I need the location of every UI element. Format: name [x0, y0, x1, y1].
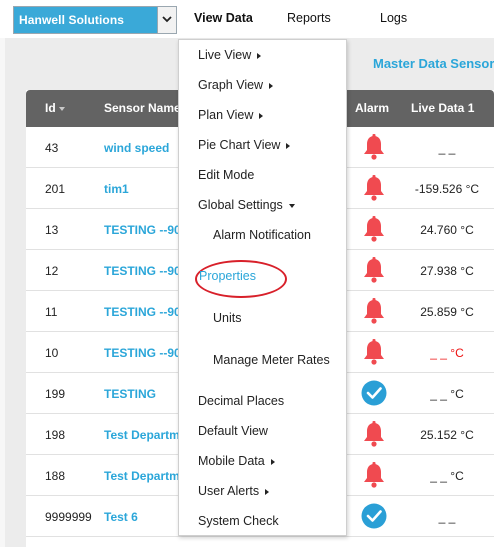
row-id: 199 — [45, 387, 66, 401]
row-live-data: _ _ °C — [430, 387, 464, 401]
row-sensor-name-link[interactable]: TESTING --90 — [104, 264, 181, 278]
bell-icon[interactable] — [361, 338, 387, 366]
view-data-menu: Live View Graph View Plan View Pie Chart… — [178, 39, 347, 536]
company-select[interactable]: Hanwell Solutions — [13, 6, 177, 34]
caret-right-icon — [265, 488, 270, 495]
chevron-down-icon[interactable] — [157, 7, 176, 33]
menu-item-mobile-data[interactable]: Mobile Data — [198, 454, 275, 468]
row-sensor-name-link[interactable]: TESTING --90 — [104, 223, 181, 237]
row-live-data: 25.859 °C — [420, 305, 474, 319]
menu-item-plan-view[interactable]: Plan View — [198, 108, 264, 122]
bell-icon[interactable] — [361, 461, 387, 489]
check-circle-icon[interactable] — [361, 502, 387, 530]
bell-icon[interactable] — [361, 174, 387, 202]
menu-item-graph-view[interactable]: Graph View — [198, 78, 274, 92]
row-sensor-name-link[interactable]: tim1 — [104, 182, 129, 196]
row-sensor-name-link[interactable]: Test Departm — [104, 428, 180, 442]
caret-right-icon — [269, 82, 274, 89]
row-id: 10 — [45, 346, 59, 360]
row-id: 43 — [45, 141, 59, 155]
menu-item-system-check[interactable]: System Check — [198, 514, 279, 528]
row-id: 198 — [45, 428, 66, 442]
caret-down-icon — [288, 203, 295, 208]
caret-right-icon — [259, 112, 264, 119]
row-sensor-name-link[interactable]: wind speed — [104, 141, 169, 155]
row-id: 12 — [45, 264, 59, 278]
nav-reports[interactable]: Reports — [287, 11, 331, 25]
menu-item-live-view[interactable]: Live View — [198, 48, 262, 62]
check-circle-icon[interactable] — [361, 379, 387, 407]
row-id: 9999999 — [45, 510, 92, 524]
row-sensor-name-link[interactable]: TESTING --90 — [104, 346, 181, 360]
menu-item-default-view[interactable]: Default View — [198, 424, 268, 438]
row-live-data: _ _ — [438, 510, 456, 524]
column-header-live-data[interactable]: Live Data 1 — [411, 101, 474, 115]
menu-item-alarm-notification[interactable]: Alarm Notification — [213, 228, 311, 242]
row-live-data: -159.526 °C — [414, 182, 480, 196]
row-sensor-name-link[interactable]: Test Departm — [104, 469, 180, 483]
bell-icon[interactable] — [361, 256, 387, 284]
row-live-data: 24.760 °C — [420, 223, 474, 237]
nav-logs[interactable]: Logs — [380, 11, 407, 25]
menu-item-units[interactable]: Units — [213, 311, 241, 325]
row-live-data: _ _ — [438, 141, 456, 155]
company-select-label: Hanwell Solutions — [19, 13, 125, 27]
row-id: 13 — [45, 223, 59, 237]
row-live-data: 27.938 °C — [420, 264, 474, 278]
bell-icon[interactable] — [361, 297, 387, 325]
bell-icon[interactable] — [361, 133, 387, 161]
row-sensor-name-link[interactable]: TESTING --90 — [104, 305, 181, 319]
menu-item-user-alerts[interactable]: User Alerts — [198, 484, 270, 498]
row-id: 201 — [45, 182, 66, 196]
column-header-sensor-name[interactable]: Sensor Name — [104, 101, 181, 115]
column-header-alarm[interactable]: Alarm — [355, 101, 389, 115]
row-live-data: 25.152 °C — [420, 428, 474, 442]
caret-right-icon — [286, 142, 291, 149]
menu-item-edit-mode[interactable]: Edit Mode — [198, 168, 254, 182]
menu-item-properties[interactable]: Properties — [199, 269, 256, 283]
caret-right-icon — [270, 458, 275, 465]
menu-item-manage-meter-rates[interactable]: Manage Meter Rates — [213, 353, 330, 367]
bell-icon[interactable] — [361, 215, 387, 243]
menu-item-pie-chart-view[interactable]: Pie Chart View — [198, 138, 291, 152]
row-sensor-name-link[interactable]: TESTING — [104, 387, 156, 401]
nav-view-data[interactable]: View Data — [194, 11, 253, 25]
menu-item-global-settings[interactable]: Global Settings — [198, 198, 295, 212]
caret-right-icon — [257, 52, 262, 59]
row-live-data: _ _ °C — [430, 469, 464, 483]
row-live-data: _ _ °C — [430, 346, 464, 360]
sort-icon[interactable] — [58, 106, 65, 111]
menu-item-decimal-places[interactable]: Decimal Places — [198, 394, 284, 408]
row-sensor-name-link[interactable]: Test 6 — [104, 510, 138, 524]
top-bar: Hanwell Solutions View Data Reports Logs — [0, 0, 494, 38]
column-header-id[interactable]: Id — [45, 101, 65, 115]
row-id: 11 — [45, 305, 58, 319]
bell-icon[interactable] — [361, 420, 387, 448]
page-title: Master Data Sensors — [373, 56, 494, 71]
row-id: 188 — [45, 469, 66, 483]
